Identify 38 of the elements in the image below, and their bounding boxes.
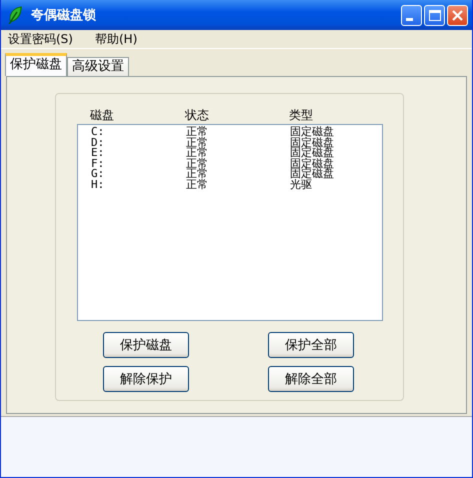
drive-list[interactable]: C: 正常 固定磁盘 D: 正常 固定磁盘 E: 正常 固定磁盘 F: 正常 固定磁盘 G: 正常 固定磁盘 H: 正常 光驱	[77, 124, 383, 321]
minimize-icon	[406, 18, 412, 20]
table-cell-text: 正常	[186, 127, 209, 138]
table-cell-text: E:	[91, 148, 106, 158]
maximize-icon	[428, 10, 440, 20]
close-icon	[452, 10, 463, 20]
minimize-button[interactable]	[401, 4, 422, 26]
table-cell-text: H:	[91, 180, 106, 190]
column-header: 磁盘	[90, 106, 115, 124]
table-cell-text: 正常	[186, 169, 209, 180]
action-button[interactable]: 保护磁盘	[103, 332, 189, 358]
table-cell-text: 正常	[186, 148, 209, 158]
table-cell-text: C:	[91, 127, 106, 138]
table-cell: 光驱	[290, 180, 312, 190]
window-title: 夸偶磁盘锁	[31, 7, 97, 24]
menu-item[interactable]: 设置密码(S)	[3, 30, 78, 48]
table-cell: 固定磁盘	[290, 127, 334, 138]
close-button[interactable]	[447, 4, 468, 26]
tab[interactable]: 高级设置	[67, 57, 129, 76]
table-cell-text: 正常	[186, 138, 209, 148]
leaf-icon	[7, 6, 23, 24]
action-button[interactable]: 解除全部	[268, 366, 354, 392]
table-cell: 固定磁盘	[290, 169, 334, 180]
table-cell-text: 正常	[186, 158, 209, 169]
maximize-button[interactable]	[424, 4, 445, 26]
column-header: 类型	[289, 106, 313, 124]
table-cell-text: 正常	[186, 180, 209, 190]
table-cell-text: F:	[91, 158, 106, 169]
action-button[interactable]: 保护全部	[268, 332, 354, 358]
table-cell: 固定磁盘	[290, 158, 334, 169]
table-cell-text: G:	[91, 169, 106, 180]
action-button[interactable]: 解除保护	[103, 366, 189, 392]
table-cell: 固定磁盘	[290, 148, 334, 158]
table-cell-text: D:	[91, 138, 106, 148]
tab[interactable]: 保护磁盘	[5, 53, 67, 76]
column-header: 状态	[185, 106, 210, 124]
menu-item[interactable]: 帮助(H)	[90, 30, 142, 48]
table-cell: 固定磁盘	[290, 138, 334, 148]
